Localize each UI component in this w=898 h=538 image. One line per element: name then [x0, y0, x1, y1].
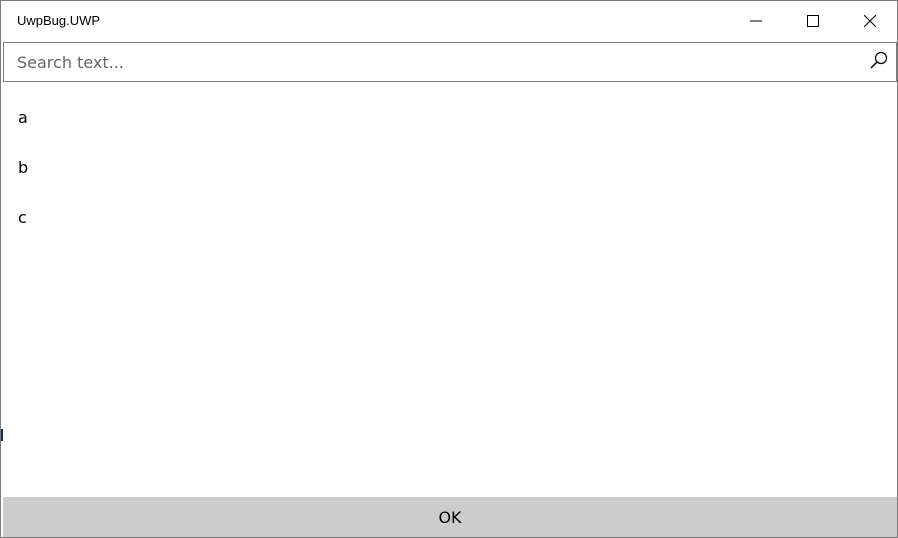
list-item[interactable]: c	[3, 193, 897, 243]
close-icon	[864, 15, 876, 27]
ok-button-label: OK	[438, 507, 462, 527]
search-button[interactable]	[862, 43, 896, 81]
title-bar[interactable]: UwpBug.UWP	[1, 1, 897, 41]
window-edge-artifact	[1, 429, 3, 441]
maximize-icon	[807, 15, 819, 27]
search-input[interactable]	[4, 43, 854, 81]
window-title: UwpBug.UWP	[17, 13, 101, 28]
list-item-label: c	[18, 208, 27, 227]
minimize-icon	[750, 15, 762, 27]
list-item-label: b	[18, 158, 29, 177]
list-item[interactable]: a	[3, 93, 897, 143]
list-item-label: a	[18, 108, 28, 127]
minimize-button[interactable]	[728, 1, 784, 41]
close-button[interactable]	[842, 1, 898, 41]
search-icon	[870, 51, 888, 73]
app-window: UwpBug.UWP Search text... a b c OK	[0, 0, 898, 538]
maximize-button[interactable]	[785, 1, 841, 41]
list-item[interactable]: b	[3, 143, 897, 193]
search-box	[3, 42, 897, 82]
ok-button[interactable]: OK	[3, 497, 897, 537]
item-list: a b c	[3, 93, 897, 243]
